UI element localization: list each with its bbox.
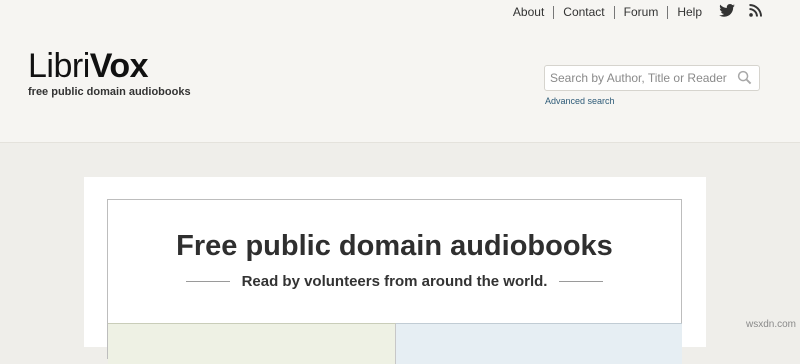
twitter-icon[interactable]: [719, 4, 735, 20]
intro-card: Free public domain audiobooks Read by vo…: [84, 177, 706, 364]
divider-right: [559, 281, 604, 282]
advanced-search-link[interactable]: Advanced search: [545, 96, 615, 106]
logo-text-vox: Vox: [89, 47, 149, 85]
feature-panel-left: [108, 323, 396, 364]
hero-subtitle-row: Read by volunteers from around the world…: [108, 273, 681, 290]
hero-title: Free public domain audiobooks: [176, 230, 613, 262]
rss-icon[interactable]: [749, 4, 762, 20]
intro-panel: Free public domain audiobooks Read by vo…: [107, 199, 682, 364]
logo-text-libri: Libri: [28, 47, 90, 85]
search-input[interactable]: [545, 66, 730, 90]
nav-link-about[interactable]: About: [504, 5, 553, 19]
search-icon[interactable]: [737, 70, 752, 90]
librivox-logo[interactable]: LibriVox: [28, 46, 149, 86]
nav-link-forum[interactable]: Forum: [613, 5, 668, 19]
feature-panel-right: [396, 323, 682, 364]
nav-link-contact[interactable]: Contact: [553, 5, 613, 19]
social-icons: [719, 4, 762, 20]
watermark: wsxdn.com: [745, 319, 796, 330]
site-header: About Contact Forum Help LibriVox free p…: [0, 0, 800, 143]
divider-left: [185, 281, 230, 282]
site-tagline: free public domain audiobooks: [28, 86, 191, 98]
nav-link-help[interactable]: Help: [667, 5, 711, 19]
search-box: [544, 65, 760, 91]
top-nav: About Contact Forum Help: [504, 4, 762, 20]
hero-subtitle: Read by volunteers from around the world…: [241, 273, 548, 290]
